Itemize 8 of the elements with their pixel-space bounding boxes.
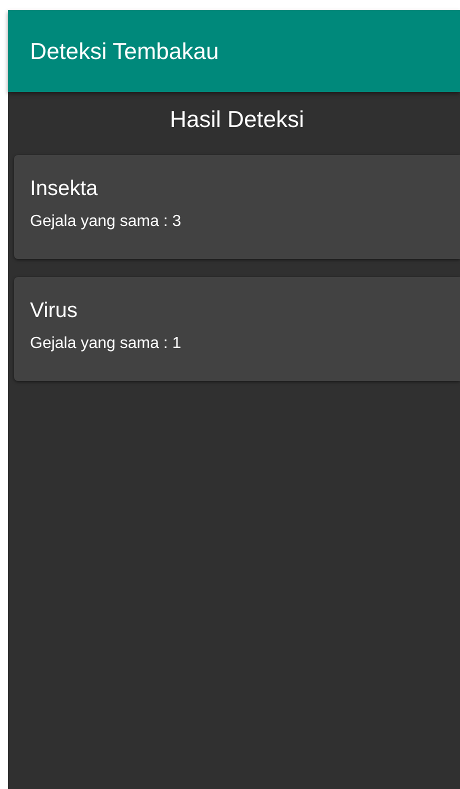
page-heading: Hasil Deteksi — [168, 106, 306, 133]
result-name: Virus — [30, 299, 78, 323]
result-card[interactable]: Insekta Gejala yang sama : 3 — [14, 155, 460, 259]
app-title: Deteksi Tembakau — [30, 38, 219, 64]
result-card[interactable]: Virus Gejala yang sama : 1 — [14, 277, 460, 381]
result-detail: Gejala yang sama : 3 — [30, 213, 182, 231]
result-name: Insekta — [30, 177, 99, 201]
result-detail: Gejala yang sama : 1 — [30, 335, 182, 353]
